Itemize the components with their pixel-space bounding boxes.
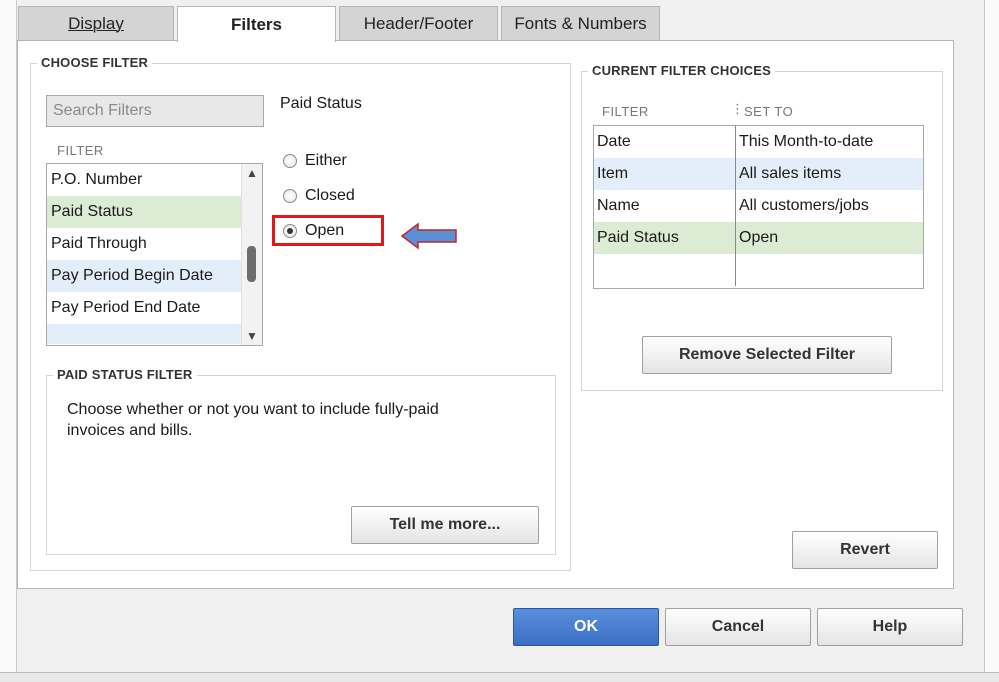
tab-filters-label: Filters bbox=[230, 14, 283, 34]
tab-header-footer-label: Header/Footer bbox=[363, 13, 474, 33]
paid-status-filter-title: PAID STATUS FILTER bbox=[53, 367, 197, 382]
radio-either-icon[interactable] bbox=[283, 154, 297, 168]
table-cell-set-to: All sales items bbox=[739, 165, 842, 182]
paid-status-title: Paid Status bbox=[280, 95, 362, 112]
scroll-up-icon[interactable]: ▲ bbox=[242, 164, 262, 182]
table-row[interactable]: Item All sales items bbox=[594, 158, 923, 190]
current-filter-choices-title: CURRENT FILTER CHOICES bbox=[588, 63, 775, 78]
remove-selected-filter-button[interactable]: Remove Selected Filter bbox=[642, 336, 892, 374]
column-resize-handle[interactable]: ⋮ bbox=[731, 101, 744, 117]
list-item-label: Pay Period Begin Date bbox=[51, 267, 213, 284]
radio-closed-label: Closed bbox=[305, 187, 355, 204]
table-cell-empty bbox=[736, 254, 923, 286]
revert-label: Revert bbox=[840, 541, 890, 558]
scroll-down-icon[interactable]: ▼ bbox=[242, 327, 262, 345]
help-button[interactable]: Help bbox=[817, 608, 963, 646]
list-item-label: Paid Status bbox=[51, 203, 133, 220]
radio-closed[interactable]: Closed bbox=[283, 185, 355, 207]
tab-filters[interactable]: Filters bbox=[177, 6, 336, 42]
filter-list: P.O. Number Paid Status Paid Through Pay… bbox=[46, 163, 263, 346]
paid-status-description: Choose whether or not you want to includ… bbox=[67, 401, 439, 439]
ok-button[interactable]: OK bbox=[513, 608, 659, 646]
tab-header-footer[interactable]: Header/Footer bbox=[339, 6, 498, 40]
radio-either[interactable]: Either bbox=[283, 150, 347, 172]
list-item-selected[interactable]: Paid Status bbox=[47, 196, 241, 228]
list-item-label: P.O. Number bbox=[51, 171, 143, 188]
cancel-label: Cancel bbox=[711, 618, 765, 635]
table-cell-filter: Item bbox=[594, 158, 736, 190]
table-row[interactable]: Name All customers/jobs bbox=[594, 190, 923, 222]
radio-closed-icon[interactable] bbox=[283, 189, 297, 203]
window-frame-right bbox=[984, 0, 999, 681]
table-cell-filter: Name bbox=[594, 190, 736, 222]
tab-display[interactable]: Display bbox=[18, 6, 174, 40]
help-label: Help bbox=[872, 618, 908, 635]
list-item[interactable]: Pay Period Begin Date bbox=[47, 260, 241, 292]
current-filter-column-header: FILTER bbox=[602, 104, 649, 119]
set-to-column-header: SET TO bbox=[744, 104, 794, 119]
arrow-left-icon bbox=[400, 222, 457, 250]
list-item-label: Paid Through bbox=[51, 235, 147, 252]
filter-column-header: FILTER bbox=[57, 143, 104, 158]
list-item[interactable] bbox=[47, 324, 241, 344]
tab-fonts-numbers[interactable]: Fonts & Numbers bbox=[501, 6, 660, 40]
scroll-thumb[interactable] bbox=[247, 246, 256, 282]
table-row[interactable]: Date This Month-to-date bbox=[594, 126, 923, 158]
ok-label: OK bbox=[574, 618, 598, 635]
current-filters-table: Date This Month-to-date Item All sales i… bbox=[593, 125, 924, 289]
table-cell-set-to: Open bbox=[739, 229, 779, 246]
filter-list-scrollbar[interactable]: ▲ ▼ bbox=[241, 164, 262, 345]
radio-either-label: Either bbox=[305, 152, 347, 169]
list-item[interactable]: P.O. Number bbox=[47, 164, 241, 196]
list-item-label: Pay Period End Date bbox=[51, 299, 201, 316]
table-cell-set-to: All customers/jobs bbox=[739, 197, 869, 214]
list-item[interactable]: Paid Through bbox=[47, 228, 241, 260]
tell-me-more-label: Tell me more... bbox=[389, 516, 501, 533]
table-row-empty bbox=[594, 254, 923, 286]
tab-display-label: Display bbox=[68, 13, 124, 33]
remove-selected-filter-label: Remove Selected Filter bbox=[678, 346, 856, 363]
revert-button[interactable]: Revert bbox=[792, 531, 938, 569]
tell-me-more-button[interactable]: Tell me more... bbox=[351, 506, 539, 544]
table-cell-filter: Date bbox=[594, 126, 736, 158]
list-item[interactable]: Pay Period End Date bbox=[47, 292, 241, 324]
choose-filter-title: CHOOSE FILTER bbox=[37, 55, 153, 70]
highlight-box bbox=[272, 215, 384, 246]
table-cell-set-to: This Month-to-date bbox=[739, 133, 874, 150]
table-cell-filter: Paid Status bbox=[594, 222, 736, 254]
cancel-button[interactable]: Cancel bbox=[665, 608, 811, 646]
table-cell-empty bbox=[594, 254, 736, 286]
table-row-selected[interactable]: Paid Status Open bbox=[594, 222, 923, 254]
window-frame-left bbox=[0, 0, 17, 681]
search-filters-input[interactable] bbox=[46, 95, 264, 127]
tab-fonts-numbers-label: Fonts & Numbers bbox=[514, 13, 647, 33]
